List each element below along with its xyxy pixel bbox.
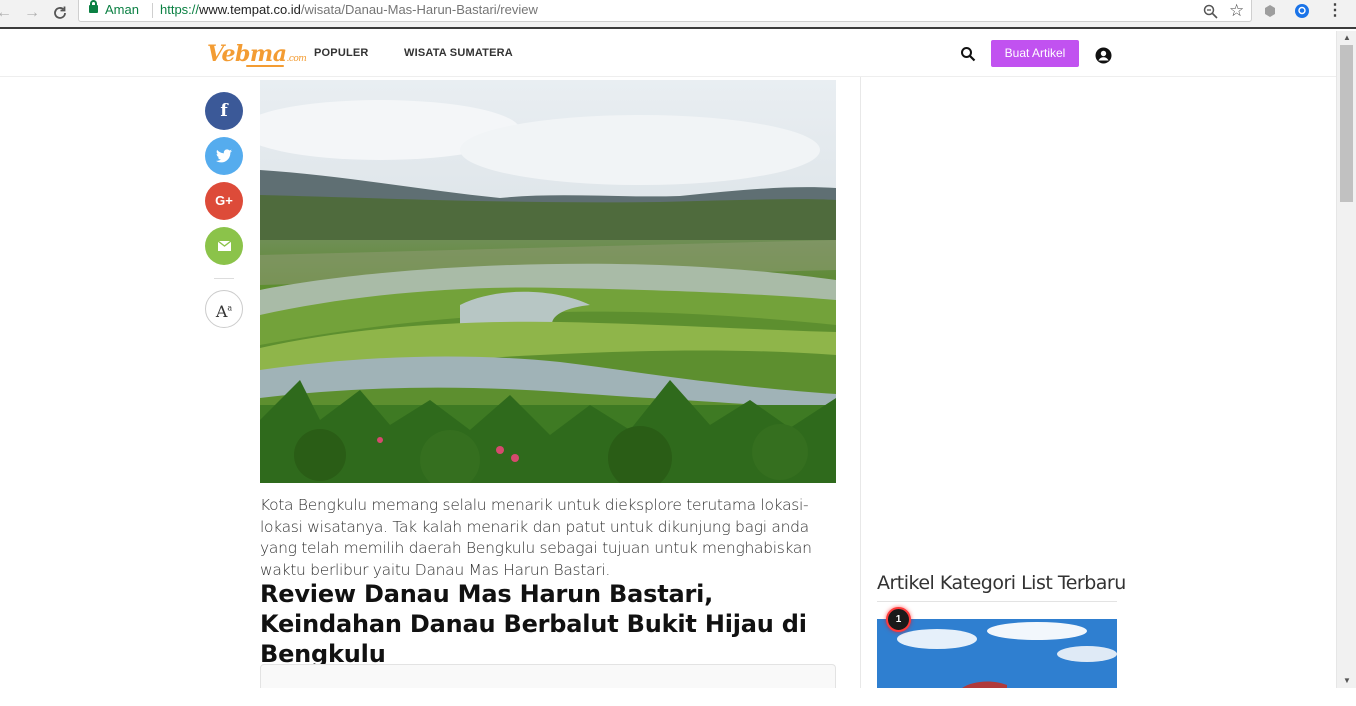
- article-hero-image: [260, 80, 836, 483]
- back-icon[interactable]: ←: [0, 3, 14, 23]
- sidebar-section-title: Artikel Kategori List Terbaru: [877, 572, 1126, 594]
- sidebar-divider: [877, 601, 1117, 602]
- column-divider: [860, 77, 861, 688]
- twitter-icon: [216, 149, 232, 163]
- page-scrollbar[interactable]: ▲ ▼: [1336, 31, 1356, 688]
- url-separator: [152, 3, 153, 18]
- secure-label: Aman: [105, 2, 139, 17]
- facebook-icon: f: [220, 101, 228, 121]
- bookmark-star-icon[interactable]: ☆: [1229, 2, 1244, 20]
- sidebar-article-thumbnail[interactable]: [877, 619, 1117, 688]
- scroll-down-arrow-icon[interactable]: ▼: [1337, 674, 1356, 688]
- create-article-button[interactable]: Buat Artikel: [991, 40, 1079, 67]
- account-icon[interactable]: [1095, 47, 1112, 64]
- email-icon: [217, 240, 231, 251]
- url-text[interactable]: https://www.tempat.co.id/wisata/Danau-Ma…: [160, 2, 538, 17]
- share-email-button[interactable]: [205, 227, 243, 265]
- browser-toolbar: ← → Aman https://www.tempat.co.id/wisata…: [0, 0, 1356, 29]
- share-facebook-button[interactable]: f: [205, 92, 243, 130]
- google-plus-icon: G+: [215, 193, 233, 208]
- zoom-icon[interactable]: [1203, 2, 1218, 23]
- logo-swoosh: [246, 65, 284, 67]
- lock-icon: [89, 0, 98, 13]
- site-header: Vebma.com POPULER WISATA SUMATERA Buat A…: [0, 31, 1336, 77]
- nav-wisata-sumatera[interactable]: WISATA SUMATERA: [404, 47, 513, 59]
- bottom-strip: [0, 688, 1356, 706]
- rank-badge: 1: [886, 607, 911, 632]
- nav-populer[interactable]: POPULER: [314, 47, 369, 59]
- site-logo[interactable]: Vebma.com: [207, 41, 307, 67]
- share-divider: [214, 278, 234, 279]
- address-bar[interactable]: Aman https://www.tempat.co.id/wisata/Dan…: [78, 0, 1252, 22]
- font-size-icon: Aa: [215, 302, 233, 322]
- search-icon[interactable]: [960, 46, 978, 64]
- share-twitter-button[interactable]: [205, 137, 243, 175]
- article-title: Review Danau Mas Harun Bastari, Keindaha…: [260, 580, 807, 668]
- profile-extension-icon[interactable]: [1294, 3, 1310, 23]
- extension-icon[interactable]: [1262, 3, 1278, 23]
- article-intro: Kota Bengkulu memang selalu menarik untu…: [260, 496, 812, 579]
- share-googleplus-button[interactable]: G+: [205, 182, 243, 220]
- scroll-up-arrow-icon[interactable]: ▲: [1337, 31, 1356, 45]
- forward-icon[interactable]: →: [22, 3, 42, 23]
- font-size-button[interactable]: Aa: [205, 290, 243, 328]
- scrollbar-thumb[interactable]: [1340, 45, 1353, 202]
- browser-menu-icon[interactable]: ⋮: [1327, 2, 1343, 20]
- reload-icon[interactable]: [50, 3, 70, 23]
